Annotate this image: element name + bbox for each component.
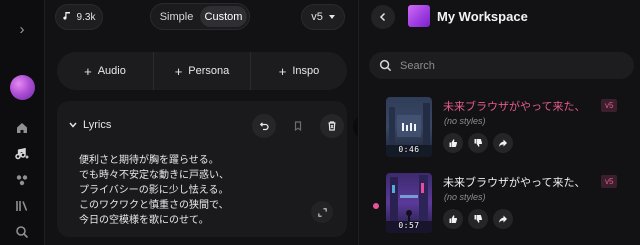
thumbs-up-icon: [449, 139, 458, 147]
add-inspo-button[interactable]: + Inspo: [251, 52, 347, 90]
chevron-down-icon: [328, 15, 335, 19]
song-actions: [443, 133, 513, 153]
song-duration: 0:57: [398, 221, 420, 230]
mode-simple[interactable]: Simple: [153, 6, 200, 27]
thumbs-down-icon: [474, 215, 483, 223]
workspace-title: My Workspace: [437, 9, 528, 24]
dislike-button[interactable]: [468, 133, 488, 153]
create-topbar: 9.3k Simple Custom v5: [45, 0, 357, 34]
share-icon: [499, 139, 507, 147]
avatar[interactable]: [10, 75, 35, 100]
version-badge: v5: [601, 175, 618, 188]
song-cover[interactable]: 0:57: [386, 173, 432, 233]
credits-pill[interactable]: 9.3k: [55, 4, 103, 30]
expand-lyrics-button[interactable]: [311, 201, 333, 223]
chevron-left-icon: [379, 12, 386, 22]
version-label: v5: [311, 11, 323, 23]
lyrics-card: Lyrics 便利さと期待が胸を躍らせる。 でも時々不安定な動きに戸惑い、 プラ…: [57, 101, 379, 237]
library-icon[interactable]: [14, 198, 30, 214]
chevron-down-icon: [69, 120, 77, 130]
add-persona-button[interactable]: + Persona: [154, 52, 251, 90]
now-playing-indicator: [373, 203, 379, 209]
expand-icon: [317, 207, 327, 217]
create-panel: 9.3k Simple Custom v5 + Audio + Persona …: [45, 0, 379, 245]
workspace-thumbnail: [408, 5, 430, 27]
back-button[interactable]: [371, 5, 395, 29]
create-music-icon[interactable]: [14, 146, 30, 162]
dislike-button[interactable]: [468, 209, 488, 229]
plus-icon: +: [84, 63, 92, 79]
list-item[interactable]: 0:46 未来ブラウザがやって来た、 v5 (no styles): [386, 97, 636, 157]
search-icon[interactable]: [14, 224, 30, 240]
song-title[interactable]: 未来ブラウザがやって来た、: [443, 98, 585, 114]
undo-button[interactable]: [252, 114, 276, 138]
song-duration: 0:46: [398, 145, 420, 154]
mode-custom[interactable]: Custom: [200, 6, 247, 27]
share-icon: [499, 215, 507, 223]
plus-icon: +: [174, 63, 183, 79]
mode-toggle: Simple Custom: [150, 3, 250, 30]
lyrics-header[interactable]: Lyrics: [69, 119, 111, 131]
credits-count: 9.3k: [76, 11, 96, 23]
workspace-panel: My Workspace Search 0:46 未来ブラウザがやって来た、 v…: [358, 0, 640, 245]
like-button[interactable]: [443, 209, 463, 229]
explore-icon[interactable]: [14, 172, 30, 188]
search-input[interactable]: [400, 59, 600, 72]
nav-rail: ›: [0, 0, 45, 245]
undo-icon: [259, 122, 269, 131]
add-buttons-group: + Audio + Persona + Inspo: [57, 52, 347, 90]
song-actions: [443, 209, 513, 229]
music-note-icon: [62, 11, 72, 24]
song-style: (no styles): [444, 192, 486, 202]
song-title[interactable]: 未来ブラウザがやって来た、: [443, 174, 585, 190]
add-inspo-label: Inspo: [292, 65, 320, 77]
plus-icon: +: [278, 63, 287, 79]
song-cover[interactable]: 0:46: [386, 97, 432, 157]
song-style: (no styles): [444, 116, 486, 126]
add-audio-label: Audio: [97, 65, 126, 77]
add-audio-button[interactable]: + Audio: [57, 52, 154, 90]
lyrics-title: Lyrics: [83, 119, 112, 131]
home-icon[interactable]: [14, 120, 30, 136]
thumbs-down-icon: [474, 139, 483, 147]
chevron-right-icon[interactable]: ›: [14, 22, 30, 38]
workspace-search[interactable]: [369, 52, 634, 79]
share-button[interactable]: [493, 133, 513, 153]
version-badge: v5: [601, 99, 618, 112]
version-select[interactable]: v5: [301, 4, 345, 30]
bookmark-icon: [294, 121, 302, 132]
clear-lyrics-button[interactable]: [320, 114, 344, 138]
lyrics-textarea[interactable]: 便利さと期待が胸を躍らせる。 でも時々不安定な動きに戸惑い、 プライバシーの影に…: [79, 153, 279, 228]
list-item[interactable]: 0:57 未来ブラウザがやって来た、 v5 (no styles): [386, 173, 636, 233]
like-button[interactable]: [443, 133, 463, 153]
share-button[interactable]: [493, 209, 513, 229]
search-icon: [379, 59, 392, 72]
add-persona-label: Persona: [188, 65, 230, 77]
save-lyrics-button[interactable]: [286, 114, 310, 138]
thumbs-up-icon: [449, 215, 458, 223]
app-root: › 9.3k Simple Custom v5 + Audio + Person…: [0, 0, 640, 245]
trash-icon: [328, 121, 336, 131]
